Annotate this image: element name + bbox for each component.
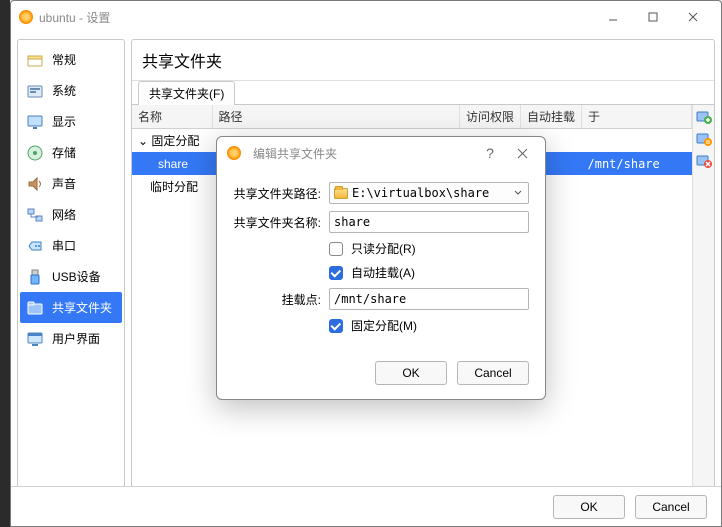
window-minimize-button[interactable]: [593, 3, 633, 31]
usb-icon: [26, 268, 44, 286]
window-close-button[interactable]: [673, 3, 713, 31]
audio-icon: [26, 175, 44, 193]
sidebar-item-general[interactable]: 常规: [20, 44, 122, 75]
folder-icon: [334, 188, 348, 199]
readonly-checkbox[interactable]: [329, 242, 343, 256]
mountpoint-input[interactable]: [329, 288, 529, 310]
window-titlebar[interactable]: ubuntu - 设置: [11, 1, 721, 33]
col-automount[interactable]: 自动挂载: [520, 105, 581, 129]
remove-share-button[interactable]: [695, 151, 713, 169]
dialog-icon: [227, 146, 241, 160]
path-label: 共享文件夹路径:: [233, 185, 321, 202]
ok-button[interactable]: OK: [553, 495, 625, 519]
automount-checkbox[interactable]: [329, 266, 343, 280]
dialog-help-button[interactable]: ?: [477, 140, 503, 166]
system-icon: [26, 82, 44, 100]
readonly-label: 只读分配(R): [351, 240, 416, 257]
app-icon: [19, 10, 33, 24]
dialog-title: 编辑共享文件夹: [253, 145, 337, 162]
name-label: 共享文件夹名称:: [233, 214, 321, 231]
settings-window: ubuntu - 设置 常规 系统: [10, 0, 722, 527]
sidebar-item-usb[interactable]: USB设备: [20, 261, 122, 292]
sidebar-item-network[interactable]: 网络: [20, 199, 122, 230]
shared-folders-icon: [26, 299, 44, 317]
dialog-close-button[interactable]: [509, 140, 535, 166]
window-maximize-button[interactable]: [633, 3, 673, 31]
edit-share-dialog: 编辑共享文件夹 ? 共享文件夹路径: E:\virtualbox\share 共…: [216, 136, 546, 400]
name-input[interactable]: [329, 211, 529, 233]
dialog-ok-button[interactable]: OK: [375, 361, 447, 385]
sidebar-item-label: USB设备: [52, 268, 101, 285]
col-name[interactable]: 名称: [132, 105, 212, 129]
window-title: ubuntu - 设置: [39, 9, 110, 26]
display-icon: [26, 113, 44, 131]
sidebar-item-label: 用户界面: [52, 330, 100, 347]
cancel-button[interactable]: Cancel: [635, 495, 707, 519]
storage-icon: [26, 144, 44, 162]
sidebar-item-label: 常规: [52, 51, 76, 68]
sidebar-item-label: 串口: [52, 237, 76, 254]
window-footer: OK Cancel: [11, 486, 721, 526]
dialog-titlebar[interactable]: 编辑共享文件夹 ?: [217, 137, 545, 169]
general-icon: [26, 51, 44, 69]
edit-share-button[interactable]: [695, 129, 713, 147]
col-path[interactable]: 路径: [212, 105, 459, 129]
network-icon: [26, 206, 44, 224]
col-at[interactable]: 于: [582, 105, 692, 129]
sidebar-item-system[interactable]: 系统: [20, 75, 122, 106]
chevron-down-icon: [512, 186, 524, 201]
path-value: E:\virtualbox\share: [352, 186, 489, 200]
add-share-button[interactable]: [695, 107, 713, 125]
permanent-label: 固定分配(M): [351, 317, 417, 334]
sidebar-item-shared-folders[interactable]: 共享文件夹: [20, 292, 122, 323]
serial-icon: [26, 237, 44, 255]
sidebar-item-audio[interactable]: 声音: [20, 168, 122, 199]
sidebar-item-display[interactable]: 显示: [20, 106, 122, 137]
panel-heading: 共享文件夹: [132, 40, 714, 81]
sidebar-item-label: 存储: [52, 144, 76, 161]
sidebar-item-interface[interactable]: 用户界面: [20, 323, 122, 354]
path-combobox[interactable]: E:\virtualbox\share: [329, 182, 529, 204]
permanent-checkbox[interactable]: [329, 319, 343, 333]
col-access[interactable]: 访问权限: [459, 105, 520, 129]
dialog-cancel-button[interactable]: Cancel: [457, 361, 529, 385]
settings-sidebar: 常规 系统 显示 存储: [17, 39, 125, 520]
sidebar-item-label: 共享文件夹: [52, 299, 112, 316]
table-side-toolbar: [692, 105, 714, 519]
sidebar-item-label: 网络: [52, 206, 76, 223]
sidebar-item-label: 系统: [52, 82, 76, 99]
cell-at: /mnt/share: [582, 152, 692, 175]
automount-label: 自动挂载(A): [351, 264, 415, 281]
sidebar-item-label: 声音: [52, 175, 76, 192]
cell-name: share: [132, 152, 212, 175]
sidebar-item-storage[interactable]: 存储: [20, 137, 122, 168]
mountpoint-label: 挂载点:: [233, 291, 321, 308]
sidebar-item-serial[interactable]: 串口: [20, 230, 122, 261]
interface-icon: [26, 330, 44, 348]
tab-shared-folders[interactable]: 共享文件夹(F): [138, 81, 235, 105]
panel-tabs: 共享文件夹(F): [132, 81, 714, 105]
tree-expand-icon[interactable]: ⌄: [138, 134, 148, 148]
sidebar-item-label: 显示: [52, 113, 76, 130]
